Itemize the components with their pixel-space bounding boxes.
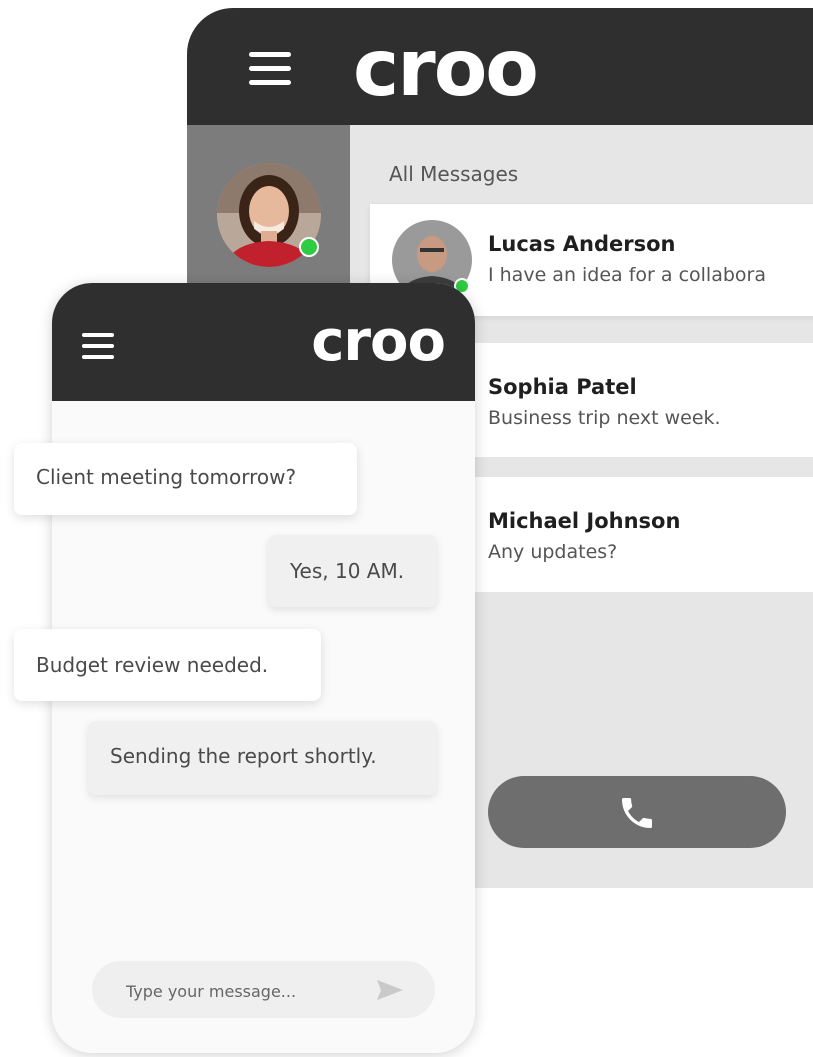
desktop-header: croo <box>187 8 813 125</box>
online-status-indicator <box>299 237 319 257</box>
section-title: All Messages <box>389 162 519 186</box>
message-preview: Any updates? <box>488 541 618 563</box>
send-icon[interactable] <box>376 978 404 1002</box>
hamburger-icon[interactable] <box>249 52 291 86</box>
incoming-message: Budget review needed. <box>14 629 321 701</box>
contact-name: Sophia Patel <box>488 375 637 399</box>
mobile-header: croo <box>52 283 475 401</box>
contact-name: Lucas Anderson <box>488 232 676 256</box>
current-user-avatar[interactable] <box>217 163 321 267</box>
incoming-message: Client meeting tomorrow? <box>14 443 357 515</box>
outgoing-message: Yes, 10 AM. <box>268 535 437 607</box>
message-composer <box>92 961 435 1018</box>
outgoing-message: Sending the report shortly. <box>88 721 437 795</box>
app-logo: croo <box>311 309 446 374</box>
phone-icon <box>622 798 652 828</box>
message-preview: Business trip next week. <box>488 407 721 429</box>
hamburger-icon[interactable] <box>82 333 114 359</box>
app-logo: croo <box>353 24 539 114</box>
message-input[interactable] <box>124 977 368 1005</box>
contact-name: Michael Johnson <box>488 509 681 533</box>
message-preview: I have an idea for a collabora <box>488 264 766 286</box>
call-button[interactable] <box>488 776 786 848</box>
